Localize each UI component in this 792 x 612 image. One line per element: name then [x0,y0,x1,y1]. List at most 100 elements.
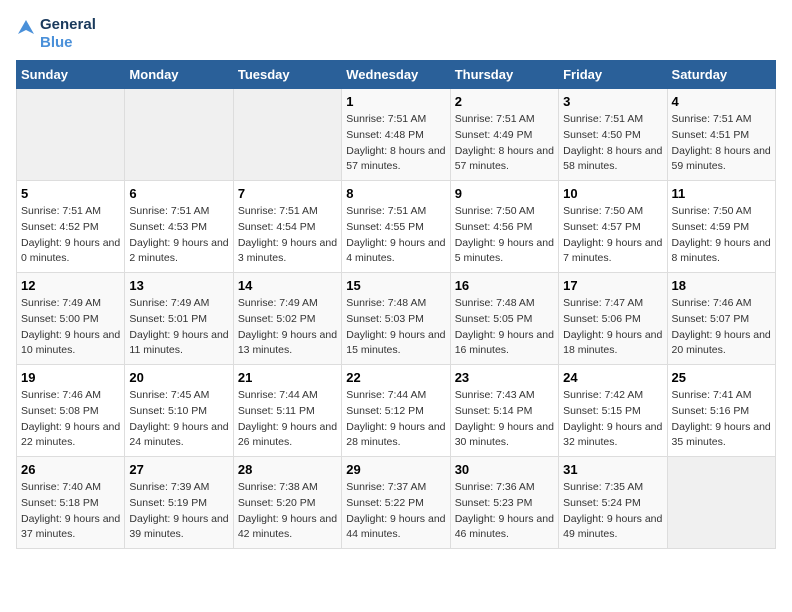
logo-container: General Blue [16,16,96,52]
day-number: 26 [21,462,120,477]
calendar-header: SundayMondayTuesdayWednesdayThursdayFrid… [17,61,776,89]
calendar-cell: 3 Sunrise: 7:51 AM Sunset: 4:50 PM Daylig… [559,89,667,181]
weekday-header-tuesday: Tuesday [233,61,341,89]
calendar-cell: 9 Sunrise: 7:50 AM Sunset: 4:56 PM Daylig… [450,181,558,273]
calendar-cell: 24 Sunrise: 7:42 AM Sunset: 5:15 PM Dayli… [559,365,667,457]
calendar-cell: 15 Sunrise: 7:48 AM Sunset: 5:03 PM Dayli… [342,273,450,365]
calendar-body: 1 Sunrise: 7:51 AM Sunset: 4:48 PM Daylig… [17,89,776,549]
day-number: 14 [238,278,337,293]
day-info: Sunrise: 7:44 AM Sunset: 5:11 PM Dayligh… [238,389,337,448]
day-number: 12 [21,278,120,293]
day-info: Sunrise: 7:36 AM Sunset: 5:23 PM Dayligh… [455,481,554,540]
day-number: 20 [129,370,228,385]
day-info: Sunrise: 7:51 AM Sunset: 4:55 PM Dayligh… [346,205,445,264]
calendar-cell: 20 Sunrise: 7:45 AM Sunset: 5:10 PM Dayli… [125,365,233,457]
day-number: 24 [563,370,662,385]
day-info: Sunrise: 7:44 AM Sunset: 5:12 PM Dayligh… [346,389,445,448]
calendar-cell: 14 Sunrise: 7:49 AM Sunset: 5:02 PM Dayli… [233,273,341,365]
calendar-cell: 28 Sunrise: 7:38 AM Sunset: 5:20 PM Dayli… [233,457,341,549]
day-info: Sunrise: 7:46 AM Sunset: 5:08 PM Dayligh… [21,389,120,448]
day-number: 10 [563,186,662,201]
calendar-cell [233,89,341,181]
day-number: 15 [346,278,445,293]
day-number: 5 [21,186,120,201]
calendar-cell: 27 Sunrise: 7:39 AM Sunset: 5:19 PM Dayli… [125,457,233,549]
calendar-cell: 25 Sunrise: 7:41 AM Sunset: 5:16 PM Dayli… [667,365,775,457]
day-number: 4 [672,94,771,109]
day-number: 11 [672,186,771,201]
day-number: 6 [129,186,228,201]
calendar-cell [125,89,233,181]
calendar-cell: 17 Sunrise: 7:47 AM Sunset: 5:06 PM Dayli… [559,273,667,365]
calendar-cell: 30 Sunrise: 7:36 AM Sunset: 5:23 PM Dayli… [450,457,558,549]
day-info: Sunrise: 7:49 AM Sunset: 5:01 PM Dayligh… [129,297,228,356]
day-info: Sunrise: 7:51 AM Sunset: 4:50 PM Dayligh… [563,113,662,172]
day-number: 16 [455,278,554,293]
calendar-table: SundayMondayTuesdayWednesdayThursdayFrid… [16,60,776,549]
day-number: 22 [346,370,445,385]
day-info: Sunrise: 7:49 AM Sunset: 5:02 PM Dayligh… [238,297,337,356]
weekday-header-friday: Friday [559,61,667,89]
day-number: 28 [238,462,337,477]
calendar-cell: 12 Sunrise: 7:49 AM Sunset: 5:00 PM Dayli… [17,273,125,365]
day-number: 9 [455,186,554,201]
day-info: Sunrise: 7:49 AM Sunset: 5:00 PM Dayligh… [21,297,120,356]
calendar-cell: 18Sunrise: 7:46 AM Sunset: 5:07 PM Dayli… [667,273,775,365]
calendar-cell: 23 Sunrise: 7:43 AM Sunset: 5:14 PM Dayli… [450,365,558,457]
calendar-cell: 22 Sunrise: 7:44 AM Sunset: 5:12 PM Dayli… [342,365,450,457]
day-info: Sunrise: 7:50 AM Sunset: 4:59 PM Dayligh… [672,205,771,264]
week-row-3: 12 Sunrise: 7:49 AM Sunset: 5:00 PM Dayli… [17,273,776,365]
day-info: Sunrise: 7:35 AM Sunset: 5:24 PM Dayligh… [563,481,662,540]
day-number: 3 [563,94,662,109]
week-row-5: 26 Sunrise: 7:40 AM Sunset: 5:18 PM Dayli… [17,457,776,549]
day-info: Sunrise: 7:51 AM Sunset: 4:48 PM Dayligh… [346,113,445,172]
day-info: Sunrise: 7:51 AM Sunset: 4:49 PM Dayligh… [455,113,554,172]
calendar-cell: 13 Sunrise: 7:49 AM Sunset: 5:01 PM Dayli… [125,273,233,365]
header: General Blue [16,16,776,52]
day-number: 18 [672,278,771,293]
day-info: Sunrise: 7:51 AM Sunset: 4:51 PM Dayligh… [672,113,771,172]
calendar-cell: 8Sunrise: 7:51 AM Sunset: 4:55 PM Daylig… [342,181,450,273]
day-info: Sunrise: 7:38 AM Sunset: 5:20 PM Dayligh… [238,481,337,540]
calendar-cell: 10 Sunrise: 7:50 AM Sunset: 4:57 PM Dayli… [559,181,667,273]
day-info: Sunrise: 7:40 AM Sunset: 5:18 PM Dayligh… [21,481,120,540]
day-number: 13 [129,278,228,293]
calendar-cell: 2Sunrise: 7:51 AM Sunset: 4:49 PM Daylig… [450,89,558,181]
day-info: Sunrise: 7:50 AM Sunset: 4:57 PM Dayligh… [563,205,662,264]
day-info: Sunrise: 7:43 AM Sunset: 5:14 PM Dayligh… [455,389,554,448]
day-number: 23 [455,370,554,385]
day-number: 25 [672,370,771,385]
calendar-cell: 21Sunrise: 7:44 AM Sunset: 5:11 PM Dayli… [233,365,341,457]
day-info: Sunrise: 7:42 AM Sunset: 5:15 PM Dayligh… [563,389,662,448]
weekday-header-thursday: Thursday [450,61,558,89]
calendar-cell: 16 Sunrise: 7:48 AM Sunset: 5:05 PM Dayli… [450,273,558,365]
calendar-cell: 1 Sunrise: 7:51 AM Sunset: 4:48 PM Daylig… [342,89,450,181]
weekday-header-sunday: Sunday [17,61,125,89]
calendar-cell: 26 Sunrise: 7:40 AM Sunset: 5:18 PM Dayli… [17,457,125,549]
day-info: Sunrise: 7:37 AM Sunset: 5:22 PM Dayligh… [346,481,445,540]
week-row-2: 5Sunrise: 7:51 AM Sunset: 4:52 PM Daylig… [17,181,776,273]
day-info: Sunrise: 7:50 AM Sunset: 4:56 PM Dayligh… [455,205,554,264]
day-info: Sunrise: 7:48 AM Sunset: 5:03 PM Dayligh… [346,297,445,356]
calendar-cell: 31 Sunrise: 7:35 AM Sunset: 5:24 PM Dayli… [559,457,667,549]
day-number: 1 [346,94,445,109]
day-number: 7 [238,186,337,201]
day-info: Sunrise: 7:39 AM Sunset: 5:19 PM Dayligh… [129,481,228,540]
day-info: Sunrise: 7:41 AM Sunset: 5:16 PM Dayligh… [672,389,771,448]
calendar-cell: 7Sunrise: 7:51 AM Sunset: 4:54 PM Daylig… [233,181,341,273]
day-info: Sunrise: 7:47 AM Sunset: 5:06 PM Dayligh… [563,297,662,356]
day-number: 31 [563,462,662,477]
calendar-cell: 11 Sunrise: 7:50 AM Sunset: 4:59 PM Dayli… [667,181,775,273]
day-info: Sunrise: 7:51 AM Sunset: 4:53 PM Dayligh… [129,205,228,264]
logo-text: General Blue [40,16,96,52]
day-info: Sunrise: 7:48 AM Sunset: 5:05 PM Dayligh… [455,297,554,356]
calendar-cell: 6 Sunrise: 7:51 AM Sunset: 4:53 PM Daylig… [125,181,233,273]
logo-bird-icon [16,16,36,52]
weekday-header-wednesday: Wednesday [342,61,450,89]
day-info: Sunrise: 7:45 AM Sunset: 5:10 PM Dayligh… [129,389,228,448]
day-number: 30 [455,462,554,477]
weekday-header-monday: Monday [125,61,233,89]
day-number: 27 [129,462,228,477]
day-number: 17 [563,278,662,293]
week-row-4: 19Sunrise: 7:46 AM Sunset: 5:08 PM Dayli… [17,365,776,457]
